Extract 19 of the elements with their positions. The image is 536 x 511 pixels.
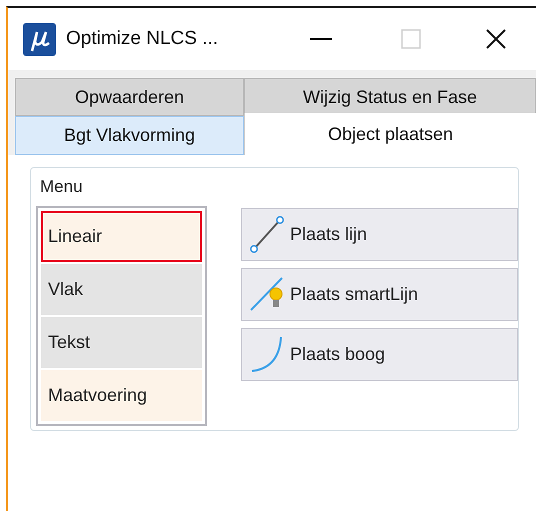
close-icon: [486, 29, 506, 49]
tab[interactable]: Object plaatsen: [244, 113, 536, 155]
maximize-icon: [401, 29, 421, 49]
line-icon: [249, 214, 285, 254]
menu-item[interactable]: Tekst: [41, 316, 202, 368]
tab[interactable]: Bgt Vlakvorming: [15, 116, 244, 155]
tab[interactable]: Opwaarderen: [15, 78, 244, 116]
action-button[interactable]: Plaats smartLijn: [241, 268, 518, 320]
window-title: Optimize NLCS ...: [66, 26, 218, 51]
minimize-icon: [310, 38, 332, 40]
app-icon: [23, 22, 56, 56]
arc-icon: [249, 334, 285, 374]
tab[interactable]: Wijzig Status en Fase: [244, 78, 536, 116]
action-button[interactable]: Plaats boog: [241, 328, 518, 380]
action-button[interactable]: Plaats lijn: [241, 208, 518, 260]
menu-item[interactable]: Maatvoering: [41, 370, 202, 420]
group-title: Menu: [39, 176, 84, 198]
menu-item[interactable]: Lineair: [41, 210, 202, 262]
menu-item[interactable]: Vlak: [41, 264, 202, 314]
